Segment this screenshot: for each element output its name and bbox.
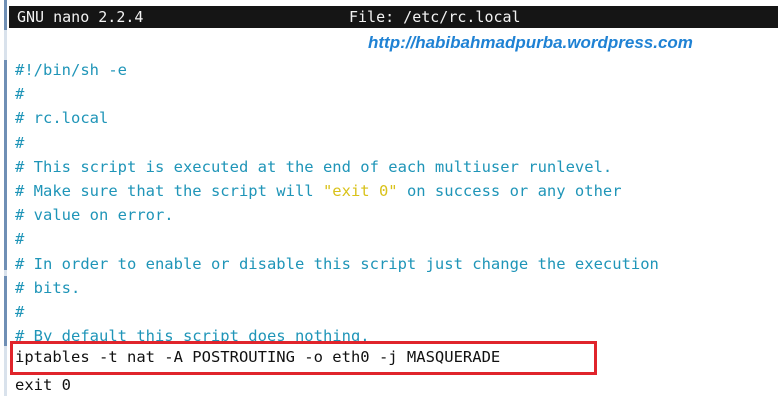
code-line: # — [15, 230, 25, 249]
highlight-box — [10, 341, 597, 375]
margin-marker — [4, 0, 7, 30]
code-line: # — [15, 133, 25, 152]
nano-version: GNU nano 2.2.4 — [17, 8, 144, 26]
comment-text: on success or any other — [397, 181, 622, 200]
left-margin-rule — [4, 0, 7, 396]
margin-marker — [4, 180, 7, 270]
editor-text-area[interactable]: #!/bin/sh -e # # rc.local # # This scrip… — [15, 58, 778, 348]
exit-line: exit 0 — [15, 376, 71, 394]
code-line: # value on error. — [15, 206, 174, 225]
code-line: # Make sure that the script will "exit 0… — [15, 179, 778, 203]
comment-text: # Make sure that the script will — [15, 181, 323, 200]
code-line: # rc.local — [15, 109, 109, 128]
watermark-url: http://habibahmadpurba.wordpress.com — [368, 33, 693, 52]
string-literal: "exit 0" — [322, 181, 398, 200]
code-line: # In order to enable or disable this scr… — [15, 254, 659, 273]
file-name: File: /etc/rc.local — [349, 8, 521, 26]
code-line: # bits. — [15, 278, 81, 297]
margin-marker — [4, 276, 7, 346]
code-line: #!/bin/sh -e — [15, 61, 127, 79]
margin-marker — [4, 60, 7, 180]
code-line: # — [15, 85, 25, 104]
code-line: # — [15, 302, 25, 321]
code-line: # This script is executed at the end of … — [15, 157, 613, 176]
nano-title-bar: GNU nano 2.2.4 File: /etc/rc.local — [9, 6, 778, 28]
